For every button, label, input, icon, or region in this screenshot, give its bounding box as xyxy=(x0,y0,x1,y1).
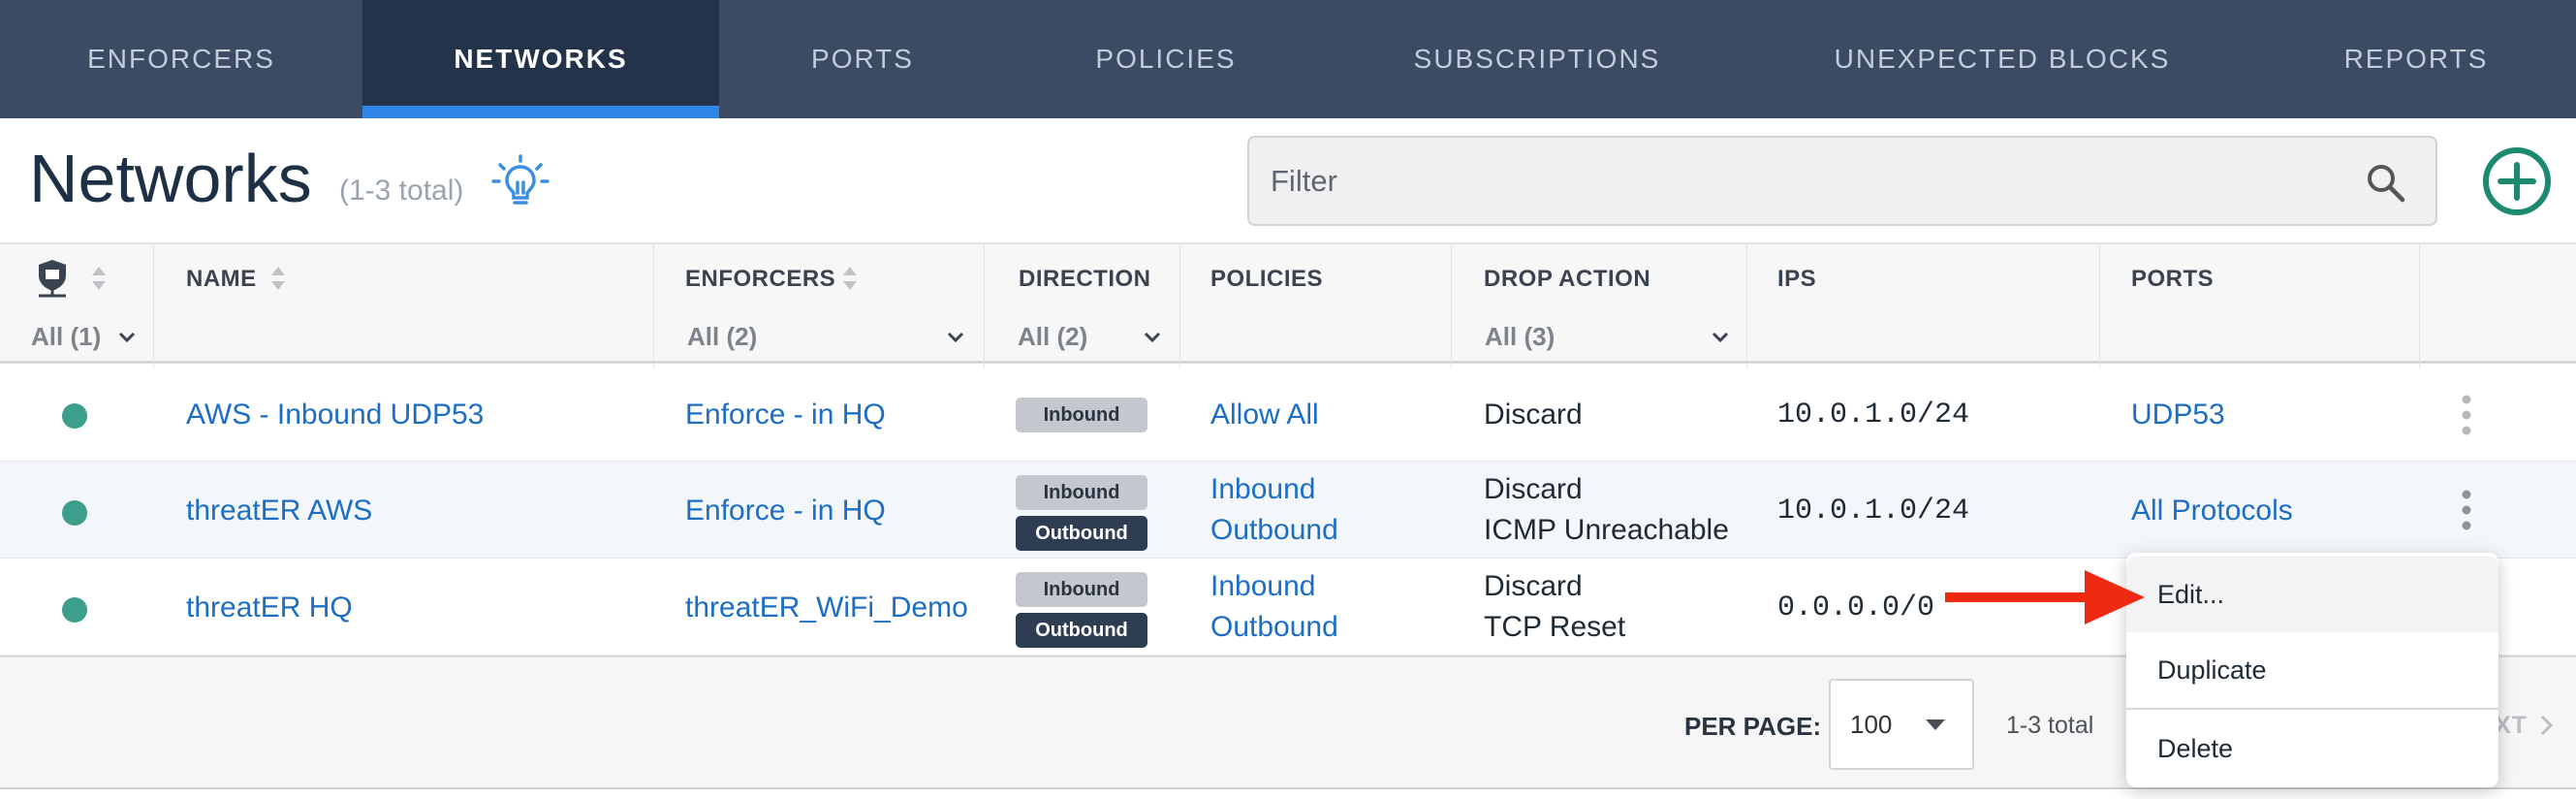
enforcer-link[interactable]: Enforce - in HQ xyxy=(685,395,886,435)
col-name[interactable]: NAME xyxy=(186,266,257,293)
next-page-button[interactable]: XT xyxy=(2495,712,2554,740)
per-page-select[interactable]: 100 xyxy=(1829,679,1974,770)
enforcers-filter[interactable]: All (2) xyxy=(687,322,757,352)
tab-subscriptions[interactable]: SUBSCRIPTIONS xyxy=(1326,0,1748,118)
drop-action: Discard xyxy=(1484,473,1583,505)
enforcer-link[interactable]: Enforce - in HQ xyxy=(685,491,886,531)
page-title: Networks xyxy=(29,141,312,216)
next-label: XT xyxy=(2495,712,2528,739)
drop-action: Discard xyxy=(1484,399,1583,431)
tab-reports[interactable]: REPORTS xyxy=(2256,0,2576,118)
row-context-menu: Edit... Duplicate Delete xyxy=(2126,553,2498,787)
drop-action: Discard xyxy=(1484,570,1583,602)
direction-badge: Outbound xyxy=(1016,613,1147,648)
top-nav: ENFORCERS NETWORKS PORTS POLICIES SUBSCR… xyxy=(0,0,2576,118)
port-link[interactable]: All Protocols xyxy=(2131,491,2293,531)
shield-network-icon xyxy=(39,260,66,298)
col-direction: DIRECTION xyxy=(1019,266,1151,292)
tab-ports[interactable]: PORTS xyxy=(719,0,1006,118)
col-ips: IPS xyxy=(1777,266,1817,292)
sort-icon[interactable] xyxy=(269,264,287,293)
policy-link[interactable]: Outbound xyxy=(1210,510,1338,551)
chevron-down-icon[interactable] xyxy=(116,326,138,347)
policy-link[interactable]: Inbound xyxy=(1210,469,1315,510)
chevron-down-icon[interactable] xyxy=(1142,326,1163,347)
col-drop-action: DROP ACTION xyxy=(1484,266,1651,292)
col-policies: POLICIES xyxy=(1210,266,1324,292)
caret-down-icon xyxy=(1926,719,1945,730)
direction-badge: Inbound xyxy=(1016,398,1147,432)
kebab-icon[interactable] xyxy=(2452,487,2481,533)
table-row[interactable]: threatER AWS Enforce - in HQ Inbound Out… xyxy=(0,462,2576,559)
sort-icon[interactable] xyxy=(841,264,859,293)
drop-action-filter[interactable]: All (3) xyxy=(1485,322,1555,352)
menu-divider xyxy=(2126,708,2498,710)
col-enforcers[interactable]: ENFORCERS xyxy=(685,266,835,293)
plus-circle-icon[interactable] xyxy=(2481,145,2553,217)
drop-action: ICMP Unreachable xyxy=(1484,514,1729,546)
direction-badge: Inbound xyxy=(1016,475,1147,510)
col-ports: PORTS xyxy=(2131,266,2215,292)
enforcer-link[interactable]: threatER_WiFi_Demo xyxy=(685,588,968,628)
sort-icon[interactable] xyxy=(90,264,108,293)
ips-value: 10.0.1.0/24 xyxy=(1777,495,1970,527)
drop-action: TCP Reset xyxy=(1484,611,1626,643)
menu-item-duplicate[interactable]: Duplicate xyxy=(2126,632,2498,708)
annotation-arrow-icon xyxy=(1945,570,2145,624)
filter-box xyxy=(1247,136,2437,226)
network-name[interactable]: AWS - Inbound UDP53 xyxy=(186,395,484,435)
menu-item-delete[interactable]: Delete xyxy=(2126,711,2498,786)
chevron-right-icon xyxy=(2540,715,2554,736)
tab-unexpected-blocks[interactable]: UNEXPECTED BLOCKS xyxy=(1748,0,2256,118)
ips-value: 0.0.0.0/0 xyxy=(1777,591,1935,624)
status-dot xyxy=(62,403,87,429)
table-header: NAME ENFORCERS DIRECTION POLICIES DROP A… xyxy=(0,242,2576,364)
network-name[interactable]: threatER HQ xyxy=(186,588,353,628)
menu-item-edit[interactable]: Edit... xyxy=(2126,557,2498,632)
page-range: 1-3 total xyxy=(2006,712,2094,739)
lightbulb-icon[interactable] xyxy=(490,153,550,213)
page-count: (1-3 total) xyxy=(339,175,464,207)
policy-link[interactable]: Inbound xyxy=(1210,566,1315,607)
tab-networks[interactable]: NETWORKS xyxy=(362,0,719,118)
chevron-down-icon[interactable] xyxy=(945,326,966,347)
kebab-icon[interactable] xyxy=(2452,392,2481,438)
chevron-down-icon[interactable] xyxy=(1710,326,1731,347)
ips-value: 10.0.1.0/24 xyxy=(1777,399,1970,431)
direction-filter[interactable]: All (2) xyxy=(1018,322,1087,352)
status-dot xyxy=(62,597,87,623)
status-dot xyxy=(62,500,87,526)
tab-policies[interactable]: POLICIES xyxy=(1006,0,1326,118)
filter-input[interactable] xyxy=(1271,159,2337,204)
network-name[interactable]: threatER AWS xyxy=(186,491,372,531)
direction-badge: Inbound xyxy=(1016,572,1147,607)
direction-badge: Outbound xyxy=(1016,516,1147,551)
per-page-label: PER PAGE: xyxy=(1684,712,1822,741)
port-link[interactable]: UDP53 xyxy=(2131,395,2225,435)
policy-link[interactable]: Outbound xyxy=(1210,607,1338,648)
search-icon[interactable] xyxy=(2364,161,2406,204)
table-row[interactable]: AWS - Inbound UDP53 Enforce - in HQ Inbo… xyxy=(0,368,2576,462)
per-page-value: 100 xyxy=(1850,710,1893,739)
tab-enforcers[interactable]: ENFORCERS xyxy=(0,0,362,118)
policy-link[interactable]: Allow All xyxy=(1210,395,1319,435)
status-filter[interactable]: All (1) xyxy=(31,322,101,352)
